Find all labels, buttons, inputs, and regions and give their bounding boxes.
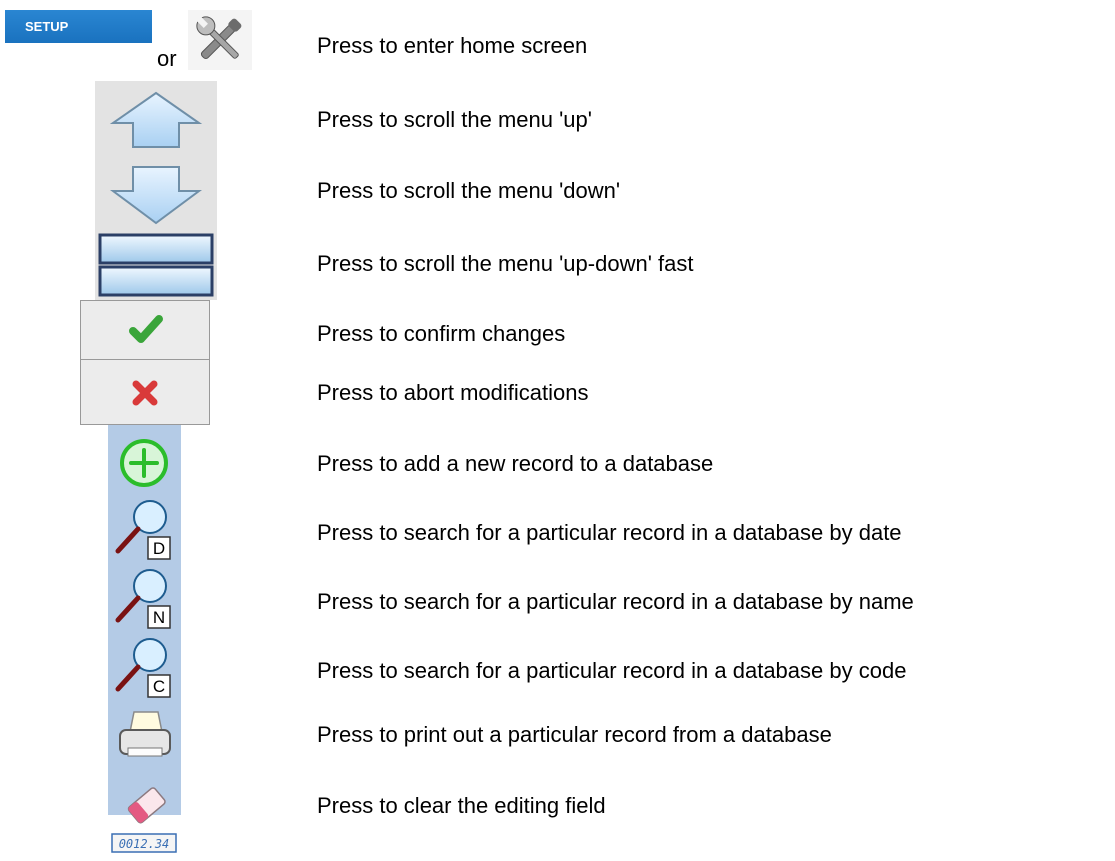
desc-row: Press to search for a particular record … — [317, 589, 914, 614]
search-letter: N — [153, 608, 165, 627]
printer-icon[interactable] — [108, 704, 181, 764]
add-record-icon[interactable] — [108, 433, 181, 493]
arrow-up-icon[interactable] — [95, 81, 217, 161]
desc-row: Press to add a new record to a database — [317, 451, 714, 476]
desc-setup: Press to enter home screen — [317, 33, 588, 58]
scroll-fast-icon[interactable] — [95, 231, 217, 300]
or-text: or — [157, 46, 177, 71]
search-letter: C — [153, 677, 165, 696]
desc-row: Press to scroll the menu 'up-down' fast — [317, 251, 694, 276]
desc-row: Press to confirm changes — [317, 321, 566, 346]
setup-button-label: SETUP — [25, 19, 69, 34]
checkmark-icon[interactable] — [80, 300, 210, 360]
cross-icon[interactable] — [80, 360, 210, 425]
arrow-down-icon[interactable] — [95, 161, 217, 231]
search-by-name-icon[interactable]: N — [108, 564, 181, 632]
desc-row: Press to search for a particular record … — [317, 520, 902, 545]
desc-row: Press to clear the editing field — [317, 793, 606, 818]
setup-button[interactable]: SETUP — [5, 10, 152, 43]
desc-row: Press to scroll the menu 'up' — [317, 107, 592, 132]
eraser-icon[interactable]: 0012.34 — [108, 778, 181, 856]
search-letter: D — [153, 539, 165, 558]
desc-row: Press to abort modifications — [317, 380, 589, 405]
search-by-date-icon[interactable]: D — [108, 495, 181, 563]
desc-row: Press to search for a particular record … — [317, 658, 907, 683]
search-by-code-icon[interactable]: C — [108, 633, 181, 701]
desc-row: Press to scroll the menu 'down' — [317, 178, 621, 203]
display-readout: 0012.34 — [119, 837, 170, 851]
wrench-screwdriver-icon[interactable] — [188, 10, 252, 70]
desc-row: Press to print out a particular record f… — [317, 722, 832, 747]
